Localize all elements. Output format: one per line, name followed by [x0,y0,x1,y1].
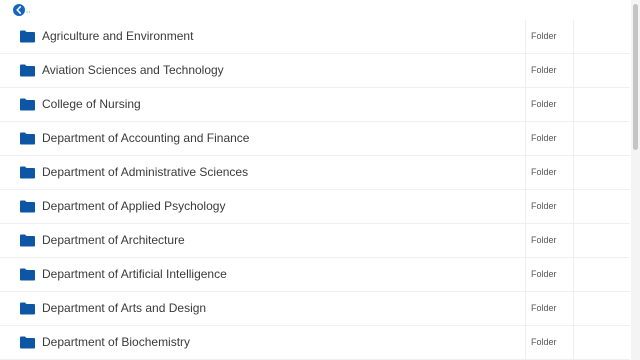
file-type-cell: Folder [526,292,574,325]
file-type: Folder [531,337,557,347]
toolbar [0,0,630,20]
file-list: Agriculture and Environment Folder Aviatio… [0,20,630,360]
folder-icon [20,200,35,213]
file-type: Folder [531,133,557,143]
file-row[interactable]: Agriculture and Environment Folder [0,20,630,54]
file-name: Department of Biochemistry [42,335,191,349]
file-browser: Agriculture and Environment Folder Aviatio… [0,0,640,360]
file-row[interactable]: Aviation Sciences and Technology Folder [0,54,630,88]
file-row[interactable]: Department of Arts and Design Folder [0,292,630,326]
file-row[interactable]: Department of Accounting and Finance Fold… [0,122,630,156]
folder-icon [20,64,35,77]
file-type-cell: Folder [526,224,574,257]
file-type: Folder [531,201,557,211]
file-type: Folder [531,99,557,109]
file-type: Folder [531,167,557,177]
folder-icon [20,98,35,111]
file-name: Department of Accounting and Finance [42,131,250,145]
file-type: Folder [531,235,557,245]
file-name: Department of Artificial Intelligence [42,267,227,281]
file-type: Folder [531,303,557,313]
file-name: Aviation Sciences and Technology [42,63,224,77]
folder-icon [20,30,35,43]
file-name: College of Nursing [42,97,141,111]
vertical-scrollbar[interactable] [631,0,640,360]
folder-icon [20,234,35,247]
file-type: Folder [531,31,557,41]
file-name: Department of Architecture [42,233,185,247]
file-row[interactable]: Department of Architecture Folder [0,224,630,258]
scrollbar-thumb[interactable] [633,4,638,150]
file-type-cell: Folder [526,122,574,155]
file-name: Department of Applied Psychology [42,199,226,213]
file-name-cell[interactable]: Department of Administrative Sciences [0,156,526,189]
file-name-cell[interactable]: Department of Accounting and Finance [0,122,526,155]
file-row[interactable]: Department of Artificial Intelligence Fol… [0,258,630,292]
file-type-cell: Folder [526,88,574,121]
folder-icon [20,302,35,315]
file-type-cell: Folder [526,54,574,87]
folder-icon [20,268,35,281]
chevron-left-circle-icon [13,4,31,16]
file-type-cell: Folder [526,156,574,189]
folder-icon [20,336,35,349]
file-name-cell[interactable]: Department of Artificial Intelligence [0,258,526,291]
file-type-cell: Folder [526,326,574,359]
file-name-cell[interactable]: Department of Architecture [0,224,526,257]
file-name-cell[interactable]: Aviation Sciences and Technology [0,54,526,87]
folder-icon [20,166,35,179]
file-name-cell[interactable]: College of Nursing [0,88,526,121]
file-type-cell: Folder [526,20,574,53]
back-button[interactable] [12,3,32,17]
file-type: Folder [531,269,557,279]
file-row[interactable]: Department of Administrative Sciences Fol… [0,156,630,190]
file-name: Agriculture and Environment [42,29,194,43]
file-row[interactable]: College of Nursing Folder [0,88,630,122]
file-name-cell[interactable]: Agriculture and Environment [0,20,526,53]
file-type-cell: Folder [526,258,574,291]
file-name-cell[interactable]: Department of Arts and Design [0,292,526,325]
file-name: Department of Administrative Sciences [42,165,249,179]
file-name-cell[interactable]: Department of Applied Psychology [0,190,526,223]
folder-icon [20,132,35,145]
file-row[interactable]: Department of Biochemistry Folder [0,326,630,360]
file-name-cell[interactable]: Department of Biochemistry [0,326,526,359]
file-name: Department of Arts and Design [42,301,207,315]
file-type-cell: Folder [526,190,574,223]
file-row[interactable]: Department of Applied Psychology Folder [0,190,630,224]
file-type: Folder [531,65,557,75]
